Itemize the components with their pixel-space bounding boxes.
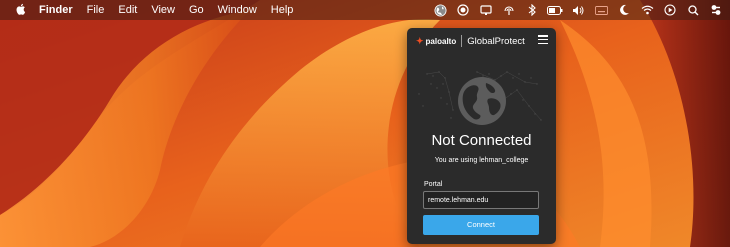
globalprotect-panel: ✦ paloalto GlobalProtect Not Connected Yo… <box>407 28 556 244</box>
header-divider <box>461 35 463 47</box>
paloalto-logo: ✦ paloalto <box>416 35 457 46</box>
menu-file[interactable]: File <box>80 0 112 20</box>
menu-bar: Finder File Edit View Go Window Help <box>0 0 730 20</box>
menu-edit[interactable]: Edit <box>111 0 144 20</box>
hamburger-menu-icon[interactable] <box>538 35 548 45</box>
menu-go[interactable]: Go <box>182 0 211 20</box>
menu-window[interactable]: Window <box>211 0 264 20</box>
volume-icon[interactable] <box>568 0 588 20</box>
connection-status: Not Connected <box>431 132 532 149</box>
control-center-icon[interactable] <box>706 0 726 20</box>
menu-view[interactable]: View <box>144 0 182 20</box>
globe-icon <box>458 77 506 125</box>
portal-input[interactable]: remote.lehman.edu <box>423 191 539 209</box>
using-text: You are using lehman_college <box>434 157 529 164</box>
paloalto-brand: paloalto <box>425 36 457 46</box>
desktop-wallpaper <box>0 0 730 247</box>
globalprotect-icon[interactable] <box>430 0 450 20</box>
apple-icon[interactable] <box>10 3 32 18</box>
battery-icon[interactable] <box>545 0 565 20</box>
search-icon[interactable] <box>683 0 703 20</box>
screen-record-icon[interactable] <box>453 0 473 20</box>
bluetooth-icon[interactable] <box>522 0 542 20</box>
airdrop-icon[interactable] <box>499 0 519 20</box>
globalprotect-header: ✦ paloalto GlobalProtect <box>407 28 556 54</box>
connect-button[interactable]: Connect <box>423 215 539 235</box>
portal-label: Portal <box>424 181 443 188</box>
play-icon[interactable] <box>660 0 680 20</box>
menu-help[interactable]: Help <box>264 0 301 20</box>
wifi-icon[interactable] <box>637 0 657 20</box>
menu-finder[interactable]: Finder <box>32 0 80 20</box>
moon-icon[interactable] <box>614 0 634 20</box>
globalprotect-title: GlobalProtect <box>467 35 525 47</box>
display-icon[interactable] <box>476 0 496 20</box>
keyboard-icon[interactable] <box>591 0 611 20</box>
